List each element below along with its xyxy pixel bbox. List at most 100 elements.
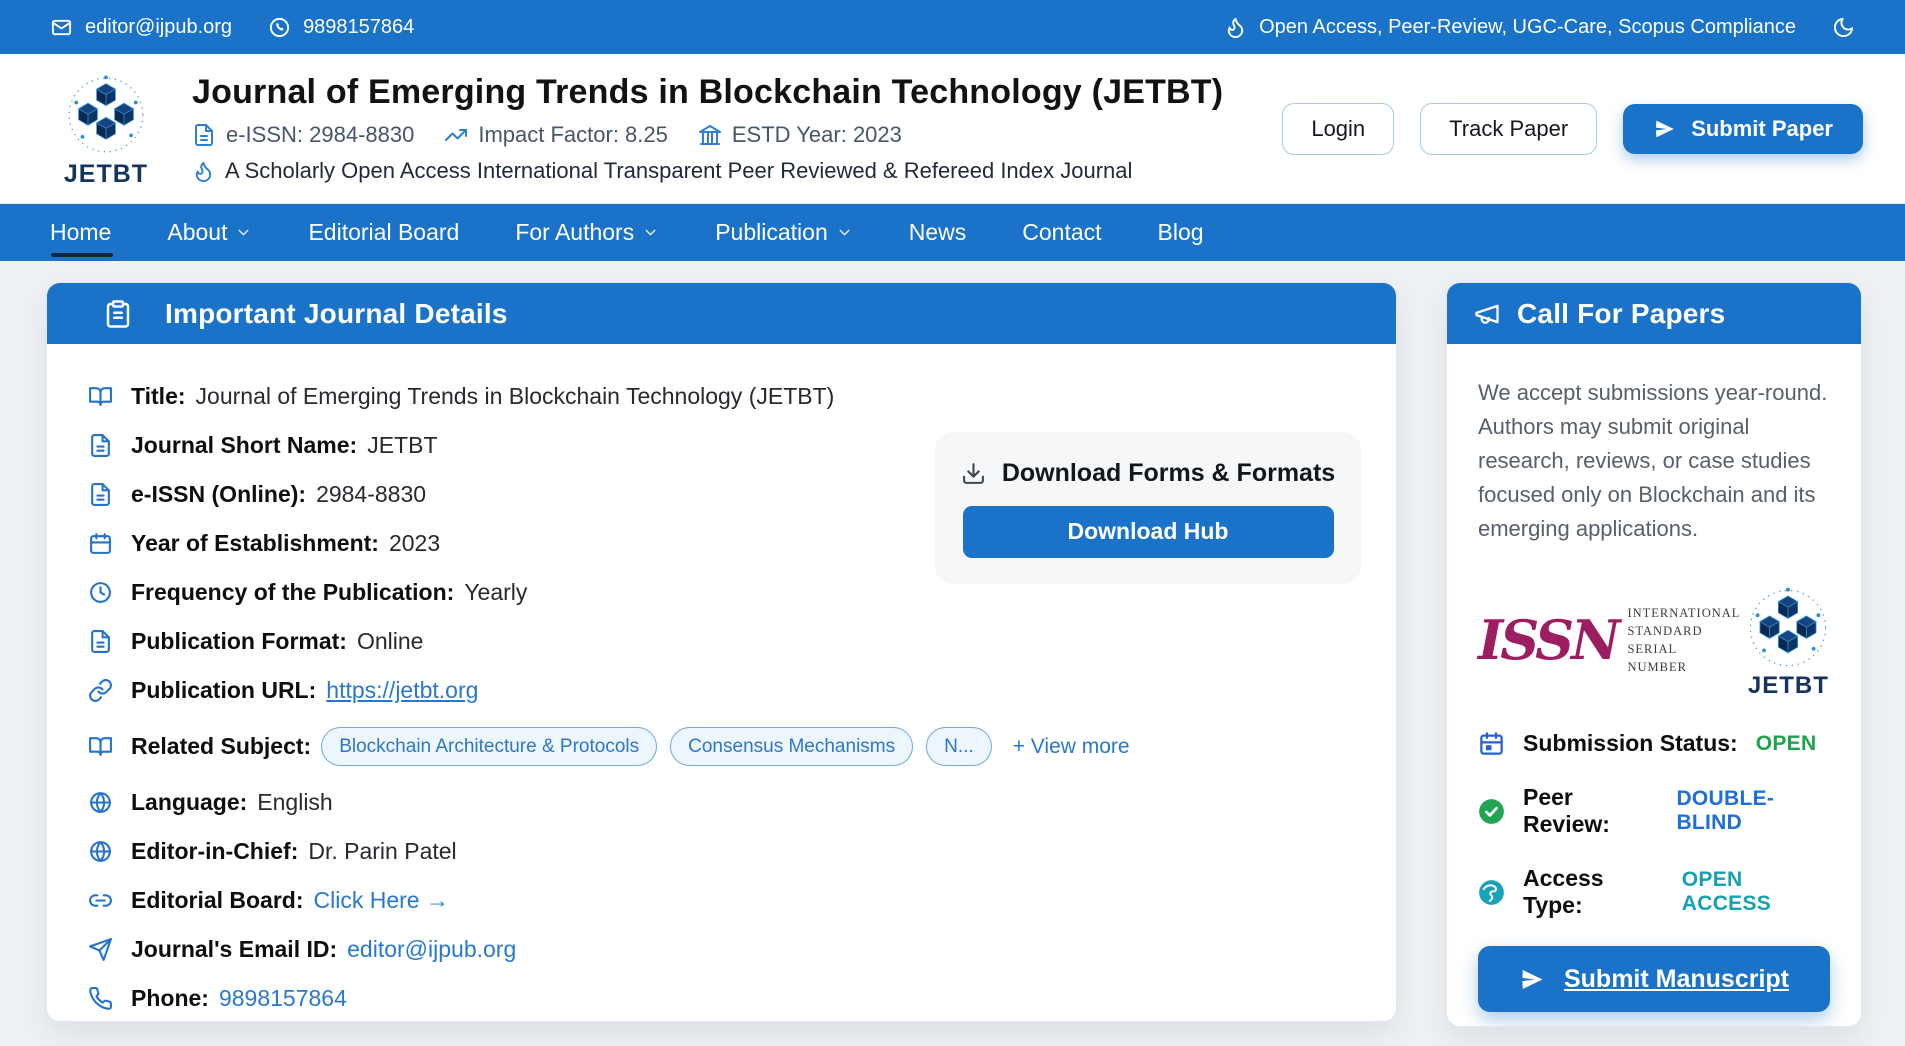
detail-label: Journal's Email ID:	[131, 937, 337, 962]
cfp-description: We accept submissions year-round. Author…	[1478, 376, 1831, 546]
detail-value-link[interactable]: 9898157864	[219, 986, 347, 1011]
nav-item-label: For Authors	[515, 219, 634, 246]
journal-meta-text: Impact Factor: 8.25	[478, 122, 668, 148]
detail-value: English	[257, 790, 332, 815]
detail-value: Yearly	[464, 580, 527, 605]
detail-row: Phone:9898157864	[88, 986, 1356, 1011]
chain-icon	[88, 678, 113, 703]
login-button[interactable]: Login	[1282, 103, 1394, 155]
submit-paper-button[interactable]: Submit Paper	[1623, 104, 1863, 154]
detail-value: Dr. Parin Patel	[308, 839, 456, 864]
site-header: JETBT Journal of Emerging Trends in Bloc…	[0, 54, 1905, 204]
view-more-link[interactable]: + View more	[1013, 734, 1130, 759]
cfp-status-list: Submission Status: OPEN Peer Review: DOUBLE…	[1478, 730, 1831, 919]
call-for-papers-card: Call For Papers We accept submissions ye…	[1446, 282, 1862, 1027]
submit-manuscript-label: Submit Manuscript	[1564, 965, 1789, 994]
nav-item-news[interactable]: News	[909, 219, 967, 246]
nav-item-home[interactable]: Home	[50, 219, 111, 246]
subject-chip[interactable]: N...	[926, 727, 992, 766]
globe-filled-icon	[1478, 879, 1505, 906]
calendar-badge-icon	[1478, 730, 1505, 757]
track-paper-button[interactable]: Track Paper	[1420, 103, 1597, 155]
check-circle-icon	[1478, 798, 1505, 825]
detail-row: Language:English	[88, 790, 1356, 815]
cfp-card-header: Call For Papers	[1447, 283, 1861, 344]
submit-paper-label: Submit Paper	[1691, 116, 1833, 142]
related-subject-chips: Blockchain Architecture & Protocols Conse…	[321, 727, 1129, 766]
nav-item-for-authors[interactable]: For Authors	[515, 219, 659, 246]
nav-item-contact[interactable]: Contact	[1022, 219, 1101, 246]
status-value: OPEN	[1756, 732, 1817, 756]
file-text-icon	[88, 482, 113, 507]
send-icon	[1519, 966, 1546, 993]
subject-chip[interactable]: Consensus Mechanisms	[670, 727, 913, 766]
detail-label: Publication Format:	[131, 629, 347, 654]
clipboard-icon	[103, 299, 133, 329]
journal-meta-item: e-ISSN: 2984-8830	[192, 122, 414, 148]
email-link[interactable]: editor@ijpub.org	[50, 16, 232, 39]
important-journal-details-card: Important Journal Details Title:Journal …	[46, 282, 1397, 1022]
nav-item-label: Home	[50, 219, 111, 246]
book-open-icon	[88, 734, 113, 759]
status-label: Submission Status:	[1523, 730, 1738, 757]
trending-up-icon	[444, 123, 468, 147]
content-area: Important Journal Details Title:Journal …	[0, 261, 1905, 1027]
detail-row: Editor-in-Chief: Dr. Parin Patel	[88, 839, 1356, 864]
status-value: OPEN ACCESS	[1682, 868, 1831, 916]
detail-value: Online	[357, 629, 423, 654]
nav-item-publication[interactable]: Publication	[715, 219, 853, 246]
detail-value-link[interactable]: editor@ijpub.org	[347, 937, 516, 962]
chevron-down-icon	[642, 224, 659, 241]
cfp-logos: ISSN INTERNATIONAL STANDARD SERIAL NUMBE…	[1478, 580, 1827, 700]
site-logo[interactable]: JETBT	[52, 68, 160, 189]
journal-meta-item: ESTD Year: 2023	[698, 122, 902, 148]
status-row: Access Type:OPEN ACCESS	[1478, 865, 1831, 919]
globe-icon	[88, 839, 113, 864]
issn-line: SERIAL	[1627, 642, 1740, 657]
issn-line: STANDARD	[1627, 624, 1740, 639]
detail-label: e-ISSN (Online):	[131, 482, 306, 507]
details-card-title: Important Journal Details	[165, 298, 508, 330]
chevron-down-icon	[235, 224, 252, 241]
status-label: Peer Review:	[1523, 784, 1658, 838]
journal-meta-text: e-ISSN: 2984-8830	[226, 122, 414, 148]
detail-value: 2023	[389, 531, 440, 556]
subject-chip[interactable]: Blockchain Architecture & Protocols	[321, 727, 657, 766]
phone-link[interactable]: 9898157864	[268, 16, 414, 39]
detail-value-link[interactable]: Click Here →	[314, 888, 449, 913]
status-value: DOUBLE-BLIND	[1676, 787, 1831, 835]
nav-item-editorial-board[interactable]: Editorial Board	[308, 219, 459, 246]
nav-item-blog[interactable]: Blog	[1158, 219, 1204, 246]
nav-item-about[interactable]: About	[167, 219, 252, 246]
top-bar: editor@ijpub.org 9898157864 Open Access,…	[0, 0, 1905, 54]
detail-label: Editor-in-Chief:	[131, 839, 298, 864]
journal-meta-item: Impact Factor: 8.25	[444, 122, 668, 148]
nav-item-label: About	[167, 219, 227, 246]
download-icon	[961, 461, 986, 486]
send-icon	[1653, 117, 1677, 141]
detail-value-link[interactable]: https://jetbt.org	[326, 678, 478, 703]
detail-row: Publication Format: Online	[88, 629, 1356, 654]
nav-item-label: News	[909, 219, 967, 246]
dark-mode-toggle[interactable]	[1832, 16, 1855, 39]
detail-value: JETBT	[367, 433, 437, 458]
detail-label: Editorial Board:	[131, 888, 304, 913]
compliance-text: Open Access, Peer-Review, UGC-Care, Scop…	[1259, 16, 1796, 39]
detail-label: Year of Establishment:	[131, 531, 379, 556]
file-text-icon	[88, 433, 113, 458]
detail-label: Frequency of the Publication:	[131, 580, 454, 605]
megaphone-icon	[1473, 300, 1501, 328]
detail-row: Title:Journal of Emerging Trends in Bloc…	[88, 384, 1356, 409]
nav-item-label: Blog	[1158, 219, 1204, 246]
download-box-title: Download Forms & Formats	[961, 459, 1335, 488]
chevron-down-icon	[836, 224, 853, 241]
detail-label: Journal Short Name:	[131, 433, 357, 458]
nav-item-label: Contact	[1022, 219, 1101, 246]
status-row: Peer Review: DOUBLE-BLIND	[1478, 784, 1831, 838]
jetbt-logo-icon	[59, 68, 153, 162]
submit-manuscript-button[interactable]: Submit Manuscript	[1478, 946, 1830, 1012]
detail-label: Related Subject:	[131, 734, 311, 759]
download-hub-button[interactable]: Download Hub	[963, 506, 1334, 558]
detail-label: Title:	[131, 384, 186, 409]
status-row: Submission Status: OPEN	[1478, 730, 1831, 757]
